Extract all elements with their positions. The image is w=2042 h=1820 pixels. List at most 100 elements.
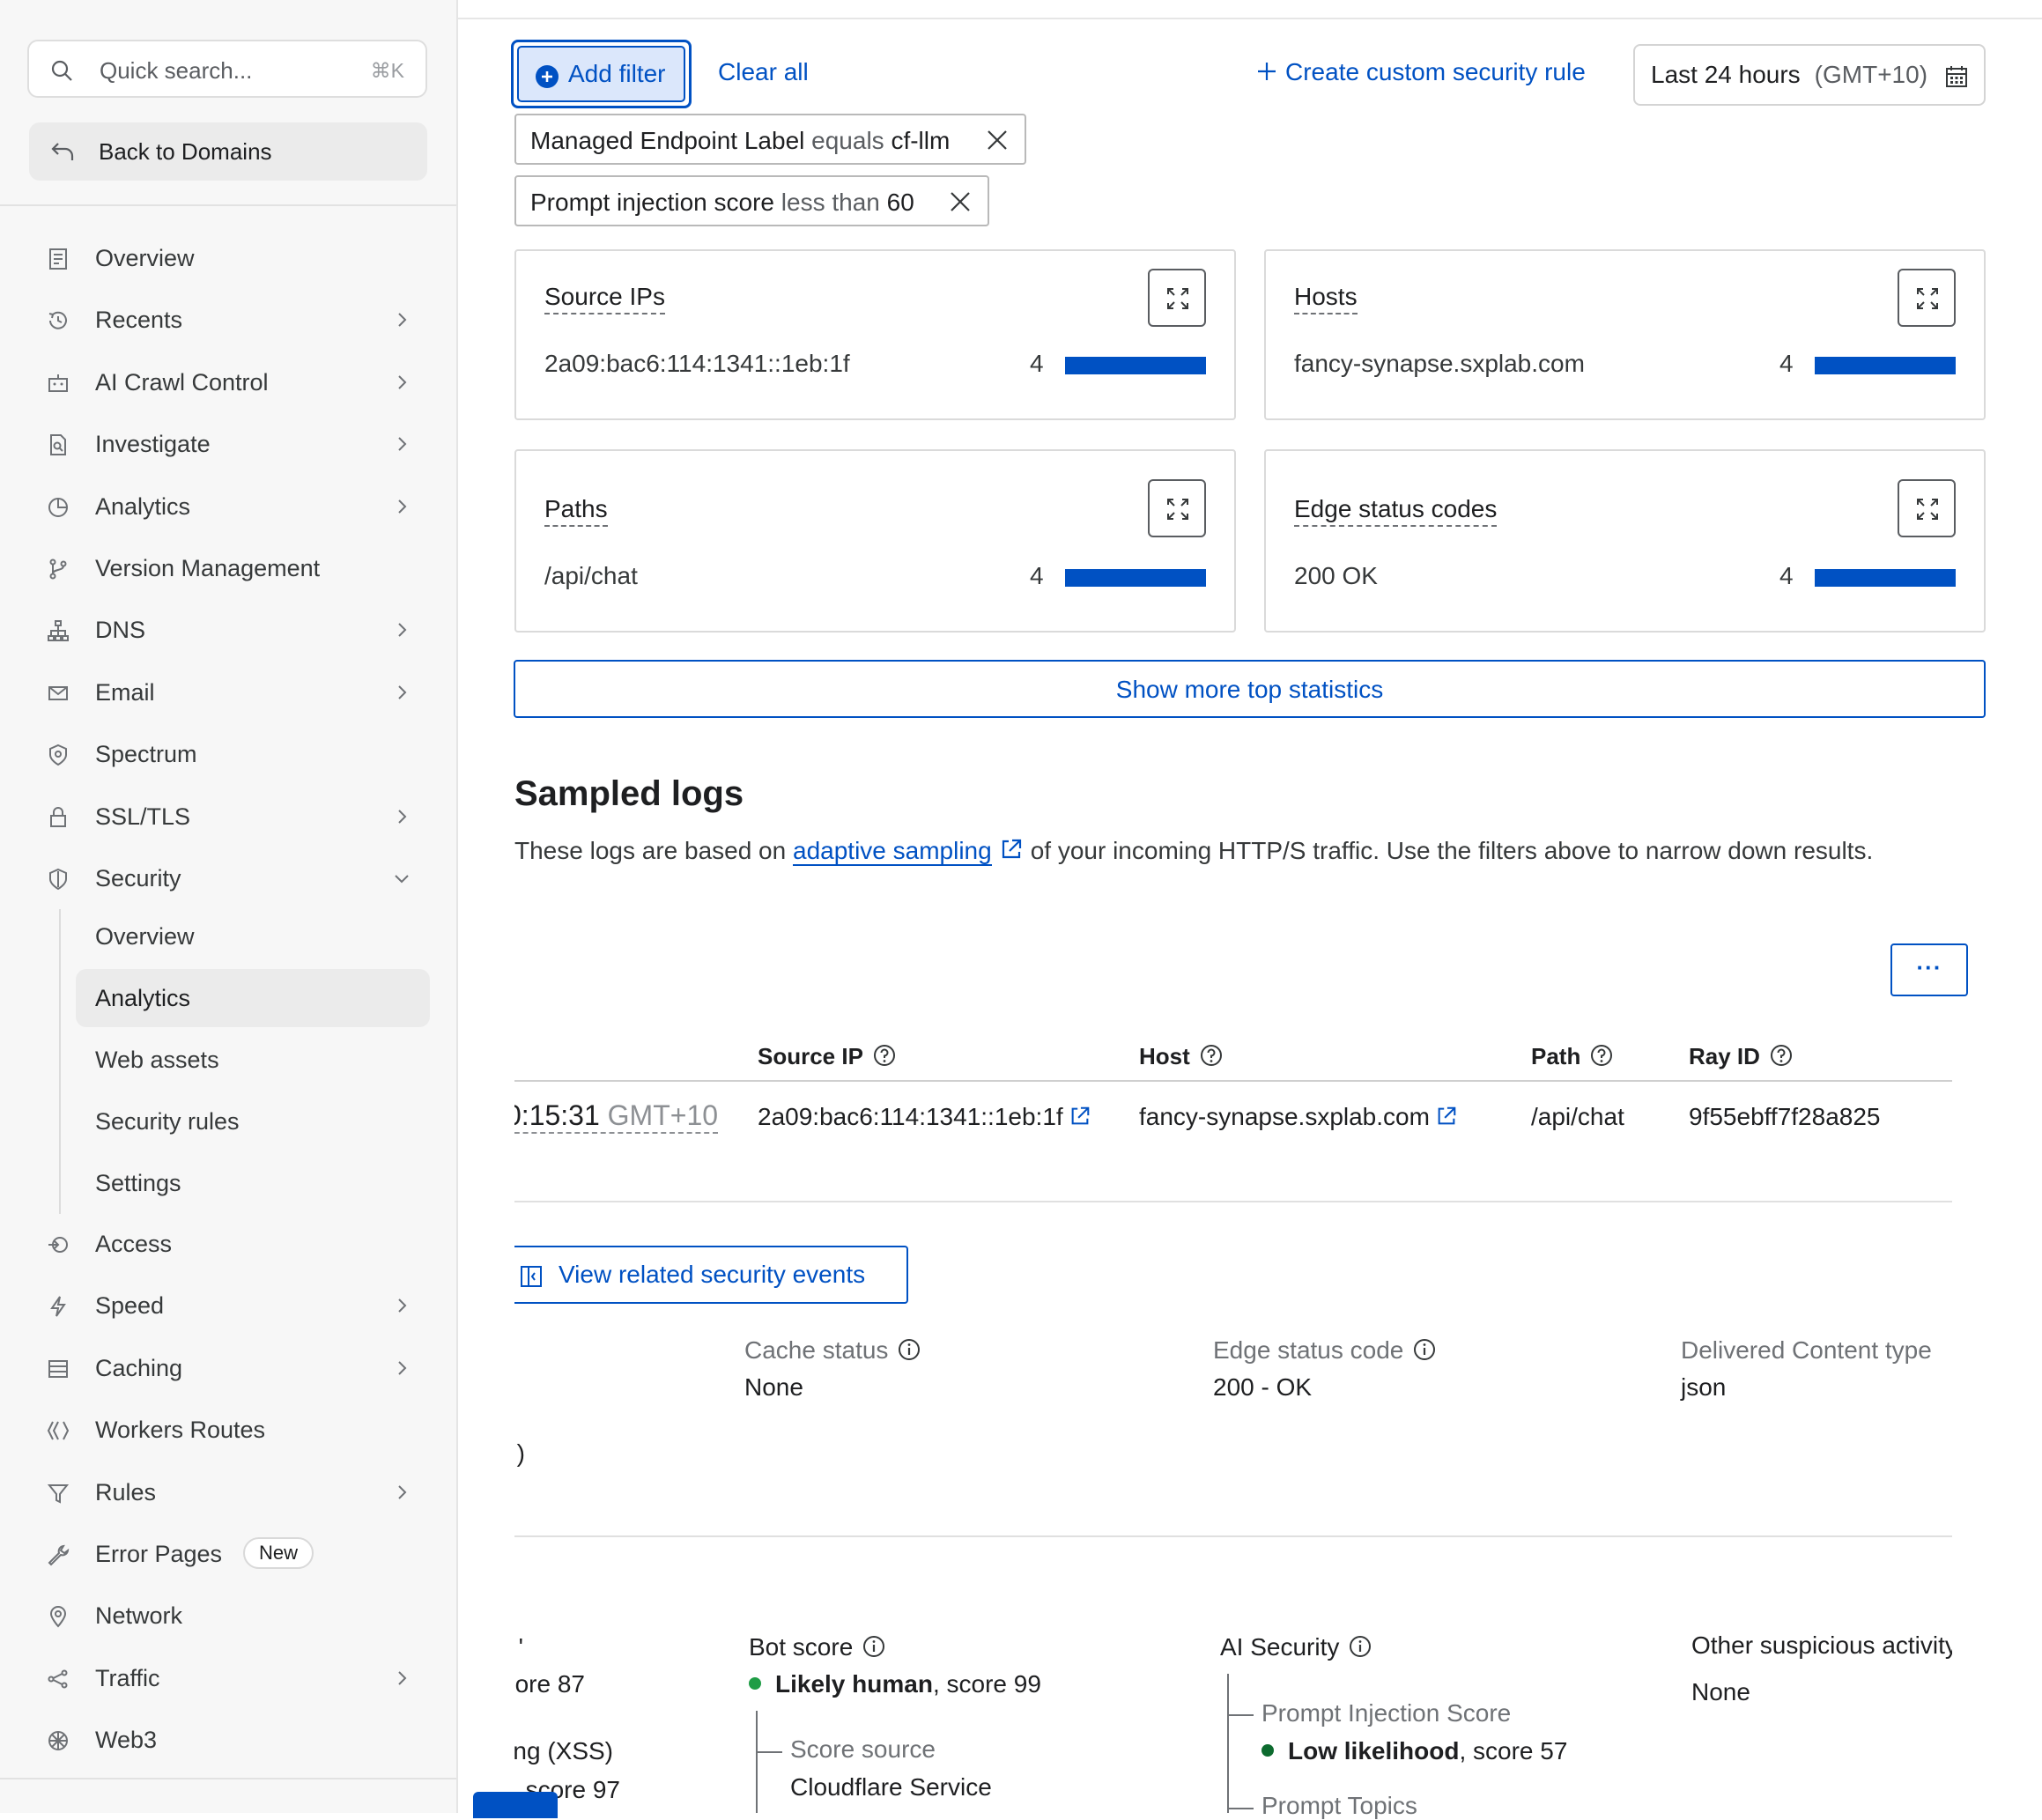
view-related-events-label: View related security events <box>559 1261 866 1288</box>
sidebar-item-label: Overview <box>95 245 195 271</box>
remove-filter-icon[interactable] <box>985 128 1010 152</box>
sidebar-item-label: AI Crawl Control <box>95 368 269 396</box>
sidebar-item-overview[interactable]: Overview <box>0 232 440 285</box>
sidebar-item-label: Email <box>95 678 155 706</box>
filter-chip[interactable]: Prompt injection score less than 60 <box>514 175 989 226</box>
sidebar-item-workers-routes[interactable]: Workers Routes <box>0 1403 440 1456</box>
remove-filter-icon[interactable] <box>948 189 973 214</box>
column-header-path[interactable]: Path <box>1531 1043 1614 1070</box>
lightning-icon <box>46 1294 70 1319</box>
column-header-source-ip[interactable]: Source IP <box>758 1043 897 1070</box>
chevron-right-icon <box>393 621 411 639</box>
sidebar-item-caching[interactable]: Caching <box>0 1342 440 1395</box>
status-dot <box>749 1677 761 1690</box>
sidebar-item-label: Network <box>95 1602 183 1630</box>
stat-bar <box>1815 569 1956 587</box>
stat-key: 200 OK <box>1294 562 1378 589</box>
sidebar-item-network[interactable]: Network <box>0 1589 440 1642</box>
sidebar-subitem-analytics[interactable]: Analytics <box>76 969 430 1027</box>
expand-button[interactable] <box>1148 269 1206 327</box>
sidebar-item-investigate[interactable]: Investigate <box>0 418 440 470</box>
back-to-domains-button[interactable]: Back to Domains <box>29 122 427 181</box>
prompt-injection-label: Prompt Injection Score <box>1261 1699 1512 1727</box>
sidebar-item-access[interactable]: Access <box>0 1217 440 1270</box>
external-link-icon[interactable] <box>1069 1105 1091 1128</box>
sidebar-item-version-management[interactable]: Version Management <box>0 542 440 595</box>
stat-card-title[interactable]: Hosts <box>1294 283 1358 314</box>
sidebar-item-ai-crawl-control[interactable]: AI Crawl Control <box>0 356 440 409</box>
stat-bar <box>1815 357 1956 374</box>
status-dot <box>1261 1744 1274 1757</box>
chevron-right-icon <box>393 1669 411 1687</box>
feedback-button[interactable] <box>473 1792 558 1818</box>
clipped-detail: ) <box>514 1434 525 1475</box>
desc-prefix: These logs are based on <box>514 837 787 864</box>
adaptive-sampling-link[interactable]: adaptive sampling <box>793 837 992 866</box>
new-badge: New <box>243 1537 314 1569</box>
sidebar-item-spectrum[interactable]: Spectrum <box>0 728 440 781</box>
sidebar-item-speed[interactable]: Speed <box>0 1279 440 1332</box>
filter-chip[interactable]: Managed Endpoint Label equals cf-llm <box>514 114 1026 165</box>
quick-search-input[interactable]: Quick search... ⌘K <box>27 40 427 98</box>
expand-icon <box>1917 288 1938 309</box>
sidebar-item-security[interactable]: Security <box>0 852 440 905</box>
sidebar-item-web3[interactable]: Web3 <box>0 1713 440 1766</box>
sidebar-subitem-label: Security rules <box>95 1108 240 1135</box>
expand-icon <box>1167 288 1188 309</box>
filter-value: cf-llm <box>891 127 951 154</box>
sidebar-subitem-security-rules[interactable]: Security rules <box>76 1092 430 1150</box>
cache-status-value: None <box>744 1373 803 1401</box>
sidebar-item-label: Investigate <box>95 431 211 458</box>
tree-line <box>756 1711 758 1813</box>
column-header-ray-id[interactable]: Ray ID <box>1689 1043 1794 1070</box>
row-host: fancy-synapse.sxplab.com <box>1139 1103 1458 1131</box>
show-more-statistics-button[interactable]: Show more top statistics <box>514 660 1986 718</box>
tree-branch <box>756 1751 782 1753</box>
sidebar-subitem-overview[interactable]: Overview <box>76 907 430 965</box>
clear-all-link[interactable]: Clear all <box>718 58 809 86</box>
sidebar-item-email[interactable]: Email <box>0 666 440 719</box>
sidebar-item-ssl-tls[interactable]: SSL/TLS <box>0 790 440 843</box>
sidebar-item-rules[interactable]: Rules <box>0 1466 440 1519</box>
date-range-value: Last 24 hours <box>1651 61 1801 88</box>
cache-status-label-text: Cache status <box>744 1336 889 1364</box>
row-source-ip-text: 2a09:bac6:114:1341::1eb:1f <box>758 1103 1063 1130</box>
external-link-icon[interactable] <box>1435 1105 1458 1128</box>
external-link-icon <box>1002 839 1021 859</box>
stat-card-title[interactable]: Paths <box>544 495 608 527</box>
score-source-value: Cloudflare Service <box>790 1773 992 1801</box>
create-custom-rule-link[interactable]: Create custom security rule <box>1255 58 1586 86</box>
expand-button[interactable] <box>1148 479 1206 537</box>
more-options-button[interactable]: ··· <box>1890 943 1968 996</box>
document-icon <box>46 247 70 271</box>
sidebar-item-dns[interactable]: DNS <box>0 603 440 656</box>
expand-button[interactable] <box>1898 479 1956 537</box>
tree-branch <box>1227 1714 1254 1716</box>
search-icon <box>51 60 72 81</box>
other-suspicious-activity-label: Other suspicious activity <box>1691 1630 1952 1665</box>
search-shortcut: ⌘K <box>370 59 404 82</box>
stat-card-title[interactable]: Edge status codes <box>1294 495 1498 527</box>
plus-circle-icon <box>536 65 559 88</box>
column-header-host[interactable]: Host <box>1139 1043 1224 1070</box>
add-filter-button[interactable]: Add filter <box>511 40 692 108</box>
other-suspicious-activity-text: Other suspicious activity <box>1691 1631 1952 1659</box>
branch-icon <box>46 557 70 581</box>
chevron-right-icon <box>393 374 411 391</box>
sidebar-item-recents[interactable]: Recents <box>0 293 440 346</box>
expand-button[interactable] <box>1898 269 1956 327</box>
sidebar-subitem-settings[interactable]: Settings <box>76 1154 430 1212</box>
sidebar-item-analytics[interactable]: Analytics <box>0 480 440 533</box>
sidebar-item-error-pages[interactable]: Error Pages New <box>0 1528 440 1580</box>
add-filter-label: Add filter <box>568 60 666 87</box>
top-stat-card-source-ips: Source IPs 2a09:bac6:114:1341::1eb:1f 4 <box>514 249 1236 420</box>
stat-card-title[interactable]: Source IPs <box>544 283 665 314</box>
date-range-picker[interactable]: Last 24 hours (GMT+10) <box>1633 44 1986 106</box>
clipped-xss-label: ng (XSS) <box>514 1732 613 1772</box>
timezone-label: (GMT+10) <box>1814 61 1928 88</box>
sidebar-item-traffic[interactable]: Traffic <box>0 1652 440 1705</box>
sidebar-subitem-web-assets[interactable]: Web assets <box>76 1031 430 1089</box>
filter-operator: equals <box>811 127 884 154</box>
view-related-security-events-button[interactable]: View related security events <box>514 1246 908 1304</box>
sidebar-item-label: SSL/TLS <box>95 803 191 830</box>
